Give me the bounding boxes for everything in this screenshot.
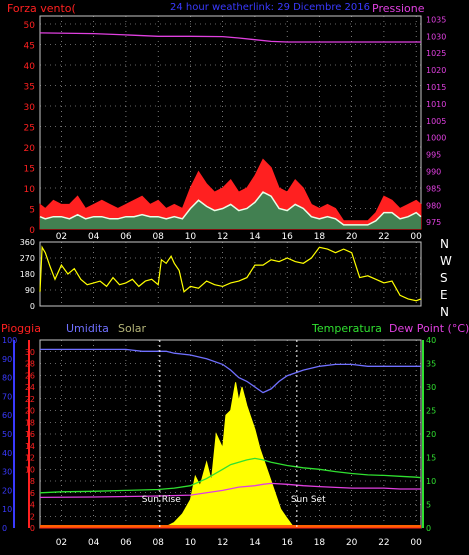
x-tick-label: 06 <box>120 538 132 548</box>
y-tick-label-temperature: 25 <box>426 407 436 416</box>
humidity-line <box>40 348 421 394</box>
y-tick-label-pressure: 1000 <box>426 134 446 143</box>
y-tick-label-rain: 20 <box>2 486 12 495</box>
y-tick-label-direction: 0 <box>30 302 35 311</box>
y-tick-label-temperature: 0 <box>426 524 431 533</box>
y-tick-label-rain: 30 <box>2 468 12 477</box>
x-tick-label: 12 <box>217 232 228 242</box>
x-tick-label: 22 <box>378 538 389 548</box>
dewpoint-label: Dew Point (°C) <box>389 322 469 335</box>
x-tick-label: 18 <box>314 538 326 548</box>
y-tick-label-humidity: 6 <box>30 489 35 498</box>
x-tick-label: 10 <box>185 232 197 242</box>
x-tick-label: 14 <box>249 538 261 548</box>
y-tick-label-rain: 90 <box>2 355 12 364</box>
x-tick-label: 04 <box>88 232 100 242</box>
y-tick-label-temperature: 30 <box>426 383 436 392</box>
y-tick-label-pressure: 975 <box>426 218 441 227</box>
x-tick-label: 04 <box>88 538 100 548</box>
y-tick-label-wind: 10 <box>24 185 36 195</box>
y-tick-label-direction: 180 <box>20 270 35 279</box>
y-tick-label-temperature: 10 <box>426 477 436 486</box>
y-tick-label-rain: 10 <box>2 505 12 514</box>
wind-force-label: Forza vento( <box>7 2 76 15</box>
y-tick-label-wind: 25 <box>24 124 35 134</box>
x-tick-label: 16 <box>281 538 293 548</box>
wind-direction-panel: 090180270360 NWSEN <box>20 237 452 319</box>
solar-area <box>40 382 421 529</box>
y-tick-label-humidity: 8 <box>30 477 35 486</box>
x-tick-label: 20 <box>346 538 358 548</box>
x-tick-label: 00 <box>410 232 422 242</box>
pressure-label: Pressione <box>372 2 425 15</box>
y-tick-label-temperature: 20 <box>426 430 436 439</box>
y-tick-label-rain: 50 <box>2 430 12 439</box>
weather-chart: Forza vento( 24 hour weatherlink: 29 Dic… <box>1 2 469 548</box>
y-tick-label-pressure: 1015 <box>426 83 446 92</box>
panel-title: 24 hour weatherlink: 29 Dicembre 2016 <box>170 2 370 13</box>
y-tick-label-pressure: 1030 <box>426 32 446 41</box>
y-tick-label-temperature: 15 <box>426 454 436 463</box>
y-tick-label-rain: 0 <box>2 524 7 533</box>
y-tick-label-wind: 5 <box>29 206 35 216</box>
y-tick-label-rain: 80 <box>2 374 12 383</box>
x-tick-label: 14 <box>249 232 261 242</box>
y-tick-label-direction: 270 <box>20 254 35 263</box>
y-tick-label-pressure: 980 <box>426 201 441 210</box>
humidity-label: Umidita <box>66 322 109 335</box>
compass-label: W <box>440 254 452 268</box>
x-tick-label: 18 <box>314 232 326 242</box>
y-tick-label-direction: 90 <box>25 286 35 295</box>
x-tick-label: 10 <box>185 538 197 548</box>
y-tick-label-wind: 30 <box>24 103 36 113</box>
y-tick-label-humidity: 2 <box>30 512 35 521</box>
x-tick-label: 06 <box>120 232 132 242</box>
y-tick-label-pressure: 985 <box>426 184 441 193</box>
y-tick-label-humidity: 4 <box>30 501 35 510</box>
compass-label: N <box>440 305 449 319</box>
y-tick-label-direction: 360 <box>20 238 35 247</box>
y-tick-label-temperature: 40 <box>426 336 436 345</box>
y-tick-label-wind: 0 <box>29 226 35 236</box>
x-tick-label: 00 <box>410 538 422 548</box>
y-tick-label-temperature: 35 <box>426 360 436 369</box>
y-tick-label-pressure: 1035 <box>426 15 446 24</box>
y-tick-label-rain: 70 <box>2 392 12 401</box>
pressure-line <box>39 32 421 43</box>
temperature-label: Temperatura <box>311 322 382 335</box>
x-tick-label: 02 <box>56 538 67 548</box>
x-tick-label: 08 <box>152 232 164 242</box>
compass-label: E <box>440 288 448 302</box>
x-tick-label: 16 <box>281 232 293 242</box>
solar-label: Solar <box>118 322 147 335</box>
y-tick-label-pressure: 1005 <box>426 117 446 126</box>
y-tick-label-wind: 40 <box>24 62 36 72</box>
wind-pressure-panel: 0510152025303540455097598098599099510001… <box>24 15 447 242</box>
y-tick-label-pressure: 1025 <box>426 49 446 58</box>
x-tick-label: 20 <box>346 232 358 242</box>
y-tick-label-wind: 35 <box>24 83 35 93</box>
x-tick-label: 08 <box>152 538 164 548</box>
y-tick-label-rain: 60 <box>2 411 12 420</box>
x-tick-label: 22 <box>378 232 389 242</box>
y-tick-label-wind: 20 <box>24 144 36 154</box>
y-tick-label-pressure: 990 <box>426 168 441 177</box>
x-tick-label: 12 <box>217 538 228 548</box>
y-tick-label-pressure: 995 <box>426 151 441 160</box>
rain-label: Pioggia <box>1 322 41 335</box>
y-tick-label-pressure: 1020 <box>426 66 446 75</box>
y-tick-label-pressure: 1010 <box>426 100 446 109</box>
x-tick-label: 02 <box>56 232 67 242</box>
y-tick-label-wind: 15 <box>24 165 35 175</box>
y-tick-label-wind: 50 <box>24 21 36 31</box>
sunset-label: Sun Set <box>291 495 326 505</box>
y-tick-label-rain: 40 <box>2 449 12 458</box>
y-tick-label-temperature: 5 <box>426 501 431 510</box>
sunrise-label: Sun Rise <box>142 495 181 505</box>
y-tick-label-humidity: 0 <box>30 524 35 533</box>
humidity-temperature-panel: 0102030405060708090100024681012141618202… <box>2 336 436 548</box>
compass-label: S <box>440 271 448 285</box>
compass-label: N <box>440 237 449 251</box>
y-tick-label-wind: 45 <box>24 42 35 52</box>
